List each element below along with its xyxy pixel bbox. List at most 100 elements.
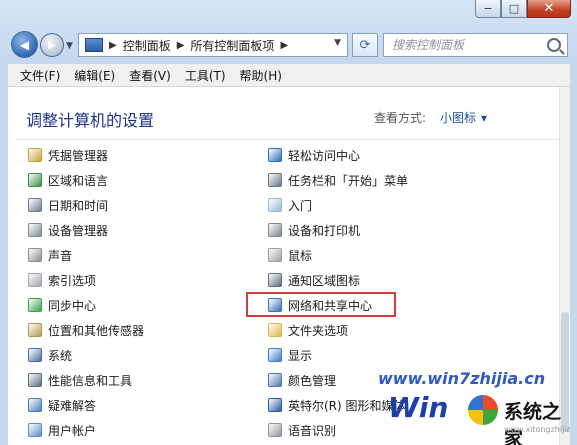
breadcrumb-separator-icon[interactable]: ▶ — [109, 40, 117, 51]
navigation-bar: ◀ ▶ ▼ ▶ 控制面板 ▶ 所有控制面板项 ▶ ▼ ⟳ — [0, 28, 577, 62]
item-icon — [28, 223, 42, 237]
item-label: 鼠标 — [288, 248, 313, 263]
item-label: 日期和时间 — [48, 198, 109, 213]
control-panel-item[interactable]: 用户帐户 — [28, 420, 96, 440]
control-panel-item[interactable]: 鼠标 — [268, 245, 312, 265]
view-by-dropdown[interactable]: 小图标 — [440, 109, 487, 126]
page-title: 调整计算机的设置 — [26, 111, 155, 130]
item-icon — [268, 348, 282, 362]
breadcrumb-control-panel[interactable]: 控制面板 — [123, 37, 171, 54]
control-panel-item[interactable]: 凭据管理器 — [28, 145, 108, 165]
item-icon — [28, 423, 42, 437]
item-icon — [28, 148, 42, 162]
item-icon — [268, 398, 282, 412]
refresh-button[interactable]: ⟳ — [352, 33, 378, 57]
item-label: 性能信息和工具 — [48, 373, 133, 388]
control-panel-item[interactable]: 声音 — [28, 245, 72, 265]
item-icon — [268, 373, 282, 387]
search-input[interactable] — [384, 34, 542, 56]
item-icon — [28, 298, 42, 312]
control-panel-item[interactable]: 同步中心 — [28, 295, 96, 315]
control-panel-item[interactable]: 通知区域图标 — [268, 270, 360, 290]
window-frame: − □ ✕ ◀ ▶ ▼ ▶ 控制面板 ▶ 所有控制面板项 ▶ ▼ ⟳ 文件(F) — [0, 0, 577, 445]
menu-help[interactable]: 帮助(H) — [240, 67, 282, 84]
item-label: 系统 — [48, 348, 73, 363]
item-label: 索引选项 — [48, 273, 97, 288]
menu-file[interactable]: 文件(F) — [20, 67, 60, 84]
control-panel-item[interactable]: 设备管理器 — [28, 220, 108, 240]
item-label: 同步中心 — [48, 298, 97, 313]
control-panel-item[interactable]: 文件夹选项 — [268, 320, 348, 340]
back-arrow-icon: ◀ — [19, 37, 30, 52]
control-panel-item[interactable]: 性能信息和工具 — [28, 370, 132, 390]
control-panel-item[interactable]: 系统 — [28, 345, 72, 365]
control-panel-item[interactable]: 任务栏和「开始」菜单 — [268, 170, 408, 190]
recent-pages-dropdown[interactable]: ▼ — [66, 41, 73, 51]
item-label: 轻松访问中心 — [288, 148, 361, 163]
menu-edit[interactable]: 编辑(E) — [74, 67, 115, 84]
control-panel-item[interactable]: 显示 — [268, 345, 312, 365]
item-icon — [28, 398, 42, 412]
back-button[interactable]: ◀ — [11, 31, 38, 58]
item-label: 入门 — [288, 198, 313, 213]
item-icon — [268, 173, 282, 187]
item-label: 文件夹选项 — [288, 323, 349, 338]
item-icon — [28, 273, 42, 287]
watermark-win-text: Win — [388, 391, 449, 424]
control-panel-item[interactable]: 位置和其他传感器 — [28, 320, 144, 340]
menu-view[interactable]: 查看(V) — [129, 67, 171, 84]
item-icon — [268, 148, 282, 162]
control-panel-item[interactable]: 日期和时间 — [28, 195, 108, 215]
watermark-url: www.xitongzhijia.net — [504, 425, 570, 434]
windows-flag-icon — [468, 395, 498, 425]
item-label: 颜色管理 — [288, 373, 337, 388]
watermark-brand: 系统之家 — [504, 401, 562, 445]
maximize-button[interactable]: □ — [501, 0, 527, 18]
forward-button[interactable]: ▶ — [40, 33, 64, 57]
item-label: 通知区域图标 — [288, 273, 361, 288]
item-label: 语音识别 — [288, 423, 337, 438]
control-panel-item[interactable]: 入门 — [268, 195, 312, 215]
watermark-logo: Win 系统之家 www.xitongzhijia.net — [388, 385, 570, 445]
control-panel-item[interactable]: 设备和打印机 — [268, 220, 360, 240]
minimize-button[interactable]: − — [475, 0, 501, 18]
search-icon[interactable] — [547, 38, 561, 52]
control-panel-item[interactable]: 疑难解答 — [28, 395, 96, 415]
item-icon — [28, 248, 42, 262]
breadcrumb-all-items[interactable]: 所有控制面板项 — [190, 37, 274, 54]
divider — [16, 139, 562, 140]
address-dropdown-icon[interactable]: ▼ — [334, 38, 341, 48]
item-icon — [28, 373, 42, 387]
item-icon — [28, 323, 42, 337]
search-box — [383, 33, 568, 57]
view-by-label: 查看方式: — [374, 111, 427, 125]
item-icon — [268, 198, 282, 212]
breadcrumb-separator-icon[interactable]: ▶ — [177, 40, 185, 51]
control-panel-item[interactable]: 语音识别 — [268, 420, 336, 440]
control-panel-item[interactable]: 轻松访问中心 — [268, 145, 360, 165]
refresh-icon: ⟳ — [359, 37, 371, 53]
content-pane: 调整计算机的设置 查看方式: 小图标 凭据管理器区域和语言日期和时间设备管理器声… — [8, 87, 570, 445]
highlight-box — [246, 292, 396, 317]
item-label: 区域和语言 — [48, 173, 109, 188]
item-label: 设备管理器 — [48, 223, 109, 238]
control-panel-item[interactable]: 区域和语言 — [28, 170, 108, 190]
item-icon — [268, 323, 282, 337]
item-icon — [28, 198, 42, 212]
item-icon — [268, 248, 282, 262]
menu-bar: 文件(F) 编辑(E) 查看(V) 工具(T) 帮助(H) — [8, 64, 570, 87]
item-label: 位置和其他传感器 — [48, 323, 145, 338]
close-button[interactable]: ✕ — [527, 0, 571, 18]
address-bar[interactable]: ▶ 控制面板 ▶ 所有控制面板项 ▶ ▼ — [78, 33, 348, 57]
item-icon — [28, 173, 42, 187]
control-panel-item[interactable]: 颜色管理 — [268, 370, 336, 390]
breadcrumb-separator-icon[interactable]: ▶ — [280, 40, 288, 51]
control-panel-item[interactable]: 索引选项 — [28, 270, 96, 290]
menu-tools[interactable]: 工具(T) — [185, 67, 226, 84]
item-icon — [268, 423, 282, 437]
item-icon — [268, 273, 282, 287]
control-panel-item[interactable]: 英特尔(R) 图形和媒体 — [268, 395, 406, 415]
control-panel-icon — [85, 38, 103, 52]
item-icon — [28, 348, 42, 362]
item-icon — [268, 223, 282, 237]
